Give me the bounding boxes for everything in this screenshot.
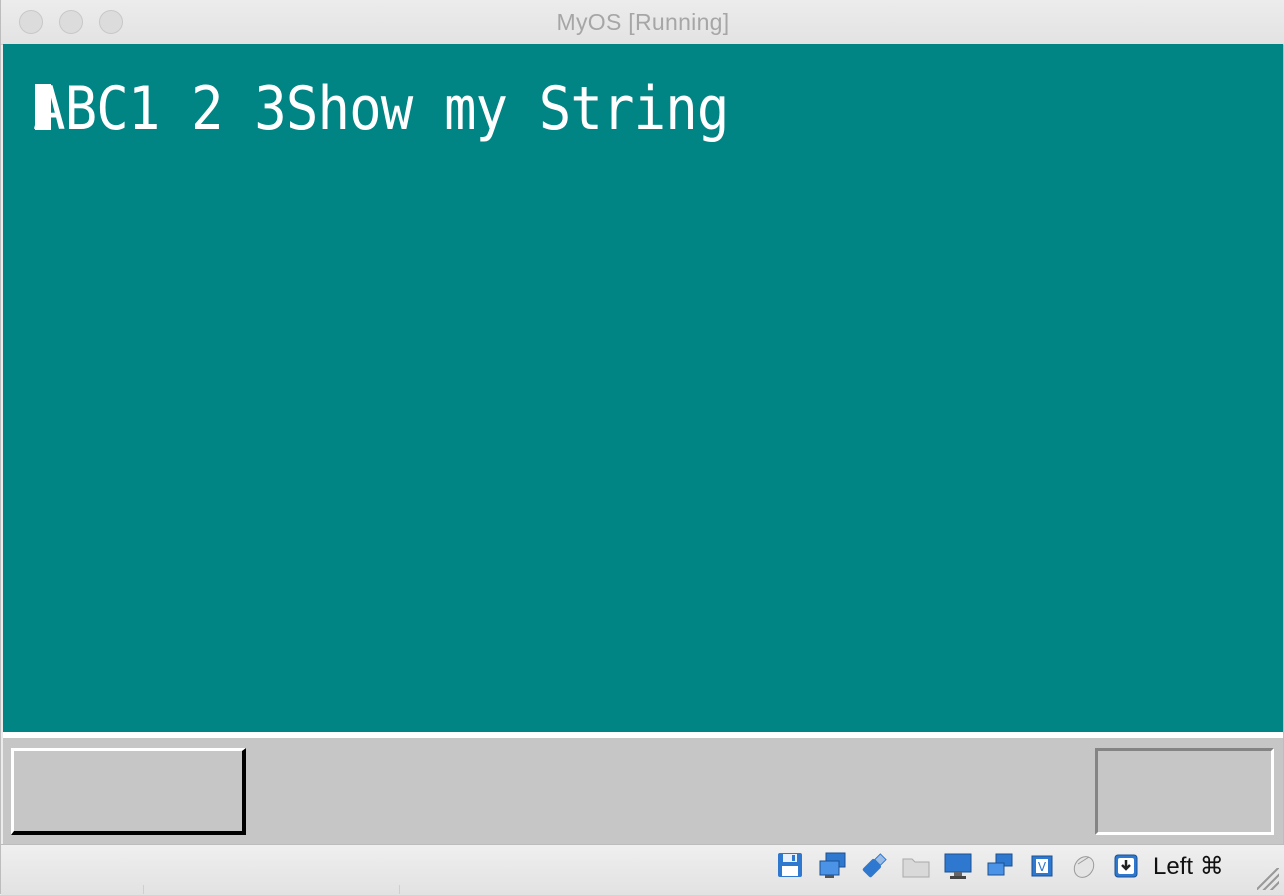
bottom-edge-mark <box>399 885 400 894</box>
resize-grip[interactable] <box>1257 868 1279 890</box>
host-key-label: Left ⌘ <box>1153 853 1224 880</box>
guest-system-tray <box>1095 748 1274 835</box>
vm-display[interactable] <box>3 44 1283 732</box>
window-title: MyOS [Running] <box>556 9 730 35</box>
keyboard-capture-icon[interactable] <box>1111 851 1141 881</box>
guest-output-text: ABC1 2 3Show my String <box>33 74 729 144</box>
usb-icon[interactable] <box>859 851 889 881</box>
shared-folders-icon[interactable] <box>901 851 931 881</box>
display-icon[interactable] <box>943 851 973 881</box>
title-bar[interactable]: MyOS [Running] <box>1 0 1284 45</box>
cpu-virtualization-icon[interactable]: V <box>1027 851 1057 881</box>
virtualbox-window: MyOS [Running] ABC1 2 3Show my String V … <box>0 0 1284 895</box>
bottom-edge-mark <box>143 885 144 894</box>
guest-start-button[interactable] <box>11 748 246 835</box>
floppy-disk-icon[interactable] <box>775 851 805 881</box>
mouse-integration-icon[interactable] <box>1069 851 1099 881</box>
network-adapter-icon[interactable] <box>817 851 847 881</box>
video-capture-icon[interactable] <box>985 851 1015 881</box>
svg-text:V: V <box>1038 860 1047 874</box>
